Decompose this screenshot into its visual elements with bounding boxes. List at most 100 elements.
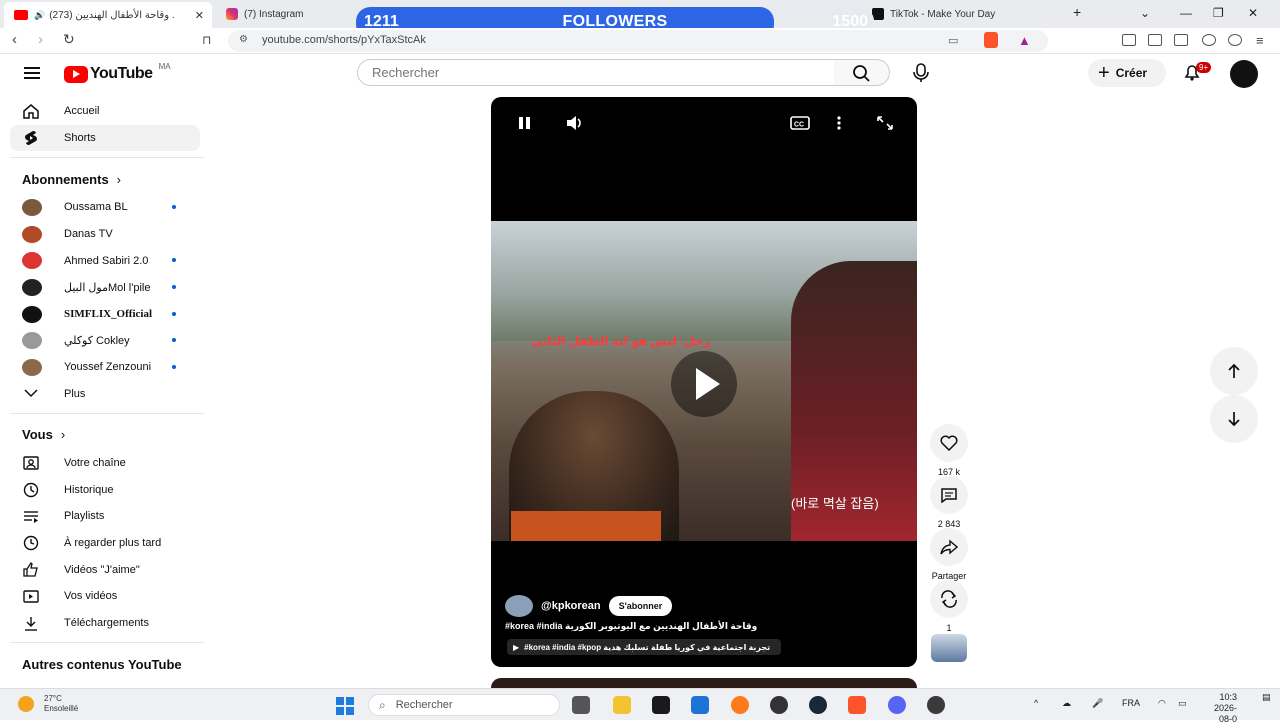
sidebar-item-subscription[interactable]: Oussama BL <box>10 194 200 221</box>
voice-search-button[interactable] <box>906 58 936 88</box>
share-button[interactable] <box>930 528 968 566</box>
forward-icon[interactable]: › <box>38 31 43 48</box>
input-language[interactable]: FRA <box>1122 698 1140 708</box>
brave-shields-icon[interactable] <box>984 32 998 48</box>
sidebar-toggle-icon[interactable] <box>1148 34 1162 46</box>
browser-tab-youtube[interactable]: 🔊 (273) وقاحة الأطفال الهنديين . ✕ <box>4 2 212 28</box>
wallet-icon[interactable] <box>1174 34 1188 46</box>
tray-chevron-icon[interactable]: ^ <box>1034 698 1038 708</box>
channel-handle[interactable]: @kpkorean <box>541 600 601 612</box>
windows-start-icon[interactable] <box>336 697 354 715</box>
sidebar-item-label: Playlists <box>64 510 105 523</box>
back-icon[interactable]: ‹ <box>12 31 17 48</box>
file-explorer-icon[interactable] <box>613 696 631 714</box>
sidebar-item-your-videos[interactable]: Vos vidéos <box>10 583 200 610</box>
play-overlay-icon[interactable] <box>671 351 737 417</box>
steam-icon[interactable] <box>809 696 827 714</box>
minimize-icon[interactable]: — <box>1180 6 1192 20</box>
volume-icon[interactable] <box>565 115 583 131</box>
guide-menu-icon[interactable] <box>24 67 40 79</box>
sidebar-item-historique[interactable]: Historique <box>10 477 200 504</box>
remix-button[interactable] <box>930 580 968 618</box>
task-view-icon[interactable] <box>572 696 590 714</box>
sidebar-item-more[interactable]: Plus <box>10 380 200 407</box>
sidebar-item-subscription[interactable]: مول البيلMol l'pile <box>10 274 200 301</box>
mic-tray-icon[interactable]: 🎤 <box>1092 698 1103 709</box>
sidebar-item-subscription[interactable]: كوكلي Cokley <box>10 327 200 354</box>
notification-center-icon[interactable]: ▤ <box>1262 692 1271 703</box>
like-button[interactable] <box>930 424 968 462</box>
vpn-icon[interactable] <box>1228 34 1242 46</box>
brave-browser-icon[interactable] <box>848 696 866 714</box>
cast-icon[interactable]: ▭ <box>948 34 958 47</box>
history-icon <box>23 482 39 497</box>
sidebar-item-votre-chaine[interactable]: Votre chaîne <box>10 450 200 477</box>
code-editor-icon[interactable] <box>652 696 670 714</box>
search-input[interactable] <box>372 60 812 85</box>
taskbar-search[interactable]: ⌕ Rechercher <box>368 694 560 716</box>
svg-text:CC: CC <box>794 122 804 129</box>
browser-menu-icon[interactable]: ≡ <box>1256 33 1264 48</box>
sidebar-item-subscription[interactable]: Youssef Zenzouni <box>10 354 200 381</box>
chrome-app-icon[interactable] <box>927 696 945 714</box>
site-settings-icon[interactable]: ⚙ <box>239 34 248 45</box>
comment-button[interactable] <box>930 476 968 514</box>
create-button[interactable]: + Créer <box>1088 59 1166 87</box>
tab-list-chevron-icon[interactable]: ⌄ <box>1140 6 1150 20</box>
comment-action[interactable]: 2 843 <box>929 476 969 529</box>
brave-rewards-icon[interactable]: ▲ <box>1018 33 1031 48</box>
you-heading[interactable]: Vous › <box>22 420 200 450</box>
restore-icon[interactable]: ❐ <box>1213 6 1224 20</box>
github-icon[interactable] <box>770 696 788 714</box>
sound-thumbnail[interactable] <box>931 634 967 662</box>
reload-icon[interactable]: ↻ <box>63 31 75 48</box>
previous-short-button[interactable] <box>1210 347 1258 395</box>
sound-chip[interactable]: ▶ #korea #india #kpop تجربة اجتماعية في … <box>507 639 781 655</box>
store-icon[interactable] <box>691 696 709 714</box>
clock[interactable]: 10:3 2026-08-0 <box>1207 692 1237 725</box>
sidebar-item-accueil[interactable]: Accueil <box>10 98 200 125</box>
sidebar-item-subscription[interactable]: Danas TV <box>10 221 200 248</box>
sidebar-item-subscription[interactable]: Ahmed Sabiri 2.0 <box>10 247 200 274</box>
discord-icon[interactable] <box>888 696 906 714</box>
remix-action[interactable]: 1 <box>929 580 969 633</box>
extensions-icon[interactable] <box>1202 34 1216 46</box>
fullscreen-icon[interactable] <box>876 115 894 131</box>
search-button[interactable] <box>834 59 890 86</box>
sidebar-item-liked-videos[interactable]: Vidéos "J'aime" <box>10 556 200 583</box>
closed-captions-icon[interactable]: CC <box>790 115 810 131</box>
subscribe-button[interactable]: S'abonner <box>608 596 673 616</box>
battery-icon[interactable]: ▭ <box>1178 698 1187 709</box>
sidebar-item-watch-later[interactable]: À regarder plus tard <box>10 530 200 557</box>
channel-avatar[interactable] <box>505 595 533 617</box>
new-tab-icon[interactable]: + <box>1073 4 1081 20</box>
more-options-icon[interactable] <box>835 115 843 131</box>
close-tab-icon[interactable]: ✕ <box>195 9 204 22</box>
share-action[interactable]: Partager <box>929 528 969 581</box>
youtube-logo[interactable]: YouTube MA <box>64 62 171 83</box>
wifi-icon[interactable]: ◠ <box>1158 698 1166 709</box>
microphone-app-icon[interactable] <box>731 696 749 714</box>
arrow-up-icon <box>1228 363 1240 378</box>
home-icon <box>23 104 39 119</box>
subscriptions-heading[interactable]: Abonnements › <box>22 164 200 194</box>
music-extension-icon[interactable] <box>1122 34 1136 46</box>
weather-widget[interactable]: 27°C Ensoleillé <box>18 694 78 714</box>
sidebar-item-shorts[interactable]: Shorts <box>10 124 200 152</box>
pause-icon[interactable] <box>517 115 533 131</box>
address-bar[interactable]: ⚙ youtube.com/shorts/pYxTaxStcAk ▭ ▲ <box>228 30 1048 52</box>
user-avatar[interactable] <box>1230 60 1258 88</box>
sidebar-item-playlists[interactable]: Playlists <box>10 503 200 530</box>
like-action[interactable]: 167 k <box>929 424 969 477</box>
sidebar-item-label: Youssef Zenzouni <box>64 361 152 374</box>
browser-tab-tiktok[interactable]: TikTok - Make Your Day <box>862 3 1012 25</box>
browser-tab-instagram[interactable]: (7) Instagram <box>216 3 356 25</box>
bookmark-icon[interactable]: ⊓ <box>202 33 211 47</box>
cloud-icon[interactable]: ☁ <box>1062 698 1071 709</box>
sidebar-item-subscription[interactable]: SIMFLIX_Official <box>10 301 200 328</box>
video-title[interactable]: #korea #india وقاحة الأطفال الهنديين مع … <box>505 621 757 632</box>
close-window-icon[interactable]: ✕ <box>1248 6 1258 20</box>
shorts-player[interactable]: CC رجل: ليس هو انه الطفل الثاني (바로 멱살 잡… <box>491 97 917 667</box>
sidebar-item-downloads[interactable]: Téléchargements <box>10 610 200 637</box>
next-short-button[interactable] <box>1210 395 1258 443</box>
